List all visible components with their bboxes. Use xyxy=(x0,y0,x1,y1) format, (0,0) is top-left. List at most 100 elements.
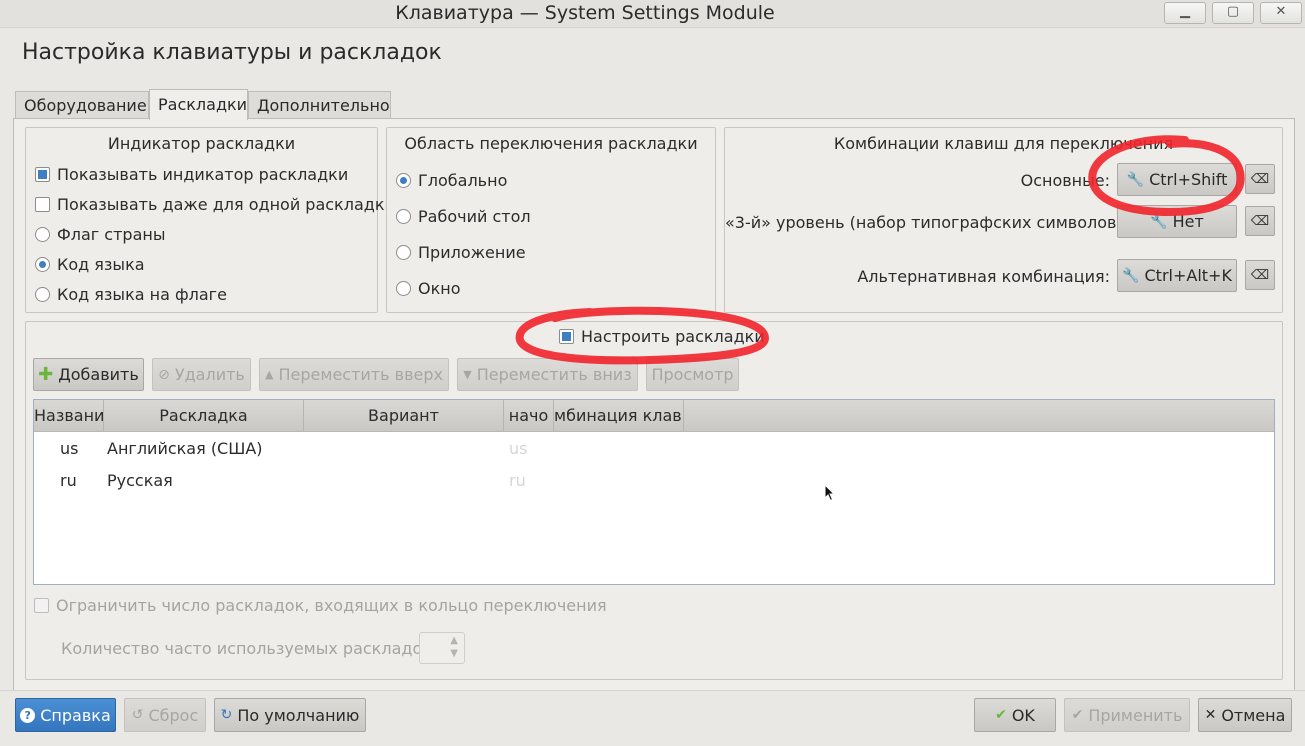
flag-radio[interactable]: Флаг страны xyxy=(35,225,165,244)
apply-button[interactable]: ✔ Применить xyxy=(1064,698,1190,732)
alt-shortcut-button[interactable]: 🔧 Ctrl+Alt+K xyxy=(1117,259,1237,292)
lang-on-flag-radio[interactable]: Код языка на флаге xyxy=(35,285,227,304)
tab-layouts[interactable]: Раскладки xyxy=(149,89,248,120)
wrench-icon: 🔧 xyxy=(1150,213,1168,230)
radio-circle[interactable] xyxy=(35,257,50,272)
preview-label: Просмотр xyxy=(651,365,734,384)
radio-circle[interactable] xyxy=(396,245,411,260)
remove-label: Удалить xyxy=(174,365,245,384)
scope-group-title: Область переключения раскладки xyxy=(404,134,698,153)
help-label: Справка xyxy=(40,705,111,725)
scope-global-label: Глобально xyxy=(418,171,508,190)
ok-button[interactable]: ✔ OK xyxy=(974,698,1056,732)
scope-application-radio[interactable]: Приложение xyxy=(396,243,526,262)
move-up-label: Переместить вверх xyxy=(278,365,443,384)
show-single-checkbox[interactable]: Показывать даже для одной раскладки xyxy=(35,195,395,214)
main-shortcut-value: Ctrl+Shift xyxy=(1149,170,1228,189)
column-layout[interactable]: Раскладка xyxy=(104,400,304,431)
close-button[interactable]: ✕ xyxy=(1260,2,1302,24)
scope-window-radio[interactable]: Окно xyxy=(396,279,461,298)
spin-down-icon[interactable]: ▼ xyxy=(450,648,458,659)
main-shortcut-button[interactable]: 🔧 Ctrl+Shift xyxy=(1117,163,1237,196)
plus-icon: ✚ xyxy=(38,364,54,385)
maximize-button[interactable]: ▢ xyxy=(1212,2,1254,24)
wrench-icon: 🔧 xyxy=(1122,267,1140,284)
column-name[interactable]: Названи xyxy=(34,400,104,431)
row-layout-cell: Русская xyxy=(107,471,173,490)
ok-label: OK xyxy=(1011,705,1035,725)
main-shortcut-label: Основные: xyxy=(1020,171,1110,190)
show-indicator-checkbox[interactable]: Показывать индикатор раскладки xyxy=(35,165,348,184)
row-label-cell: us xyxy=(509,439,528,458)
scope-window-label: Окно xyxy=(418,279,461,298)
clear-alt-shortcut-button[interactable]: ⌫ xyxy=(1245,260,1275,290)
move-up-button[interactable]: ▲ Переместить вверх xyxy=(259,358,449,391)
footer-separator xyxy=(0,690,1305,691)
column-shortcut[interactable]: мбинация клав xyxy=(554,400,684,431)
mouse-cursor-icon xyxy=(824,484,836,502)
minimize-icon: ▁ xyxy=(1180,4,1190,19)
add-layout-button[interactable]: ✚ Добавить xyxy=(33,358,144,391)
defaults-button[interactable]: ↻ По умолчанию xyxy=(214,698,366,732)
cancel-label: Отмена xyxy=(1221,705,1286,725)
checkmark-icon: ✔ xyxy=(995,707,1007,723)
lang-code-radio[interactable]: Код языка xyxy=(35,255,145,274)
tab-advanced[interactable]: Дополнительно xyxy=(248,91,391,119)
checkbox-box[interactable] xyxy=(34,598,49,613)
indicator-group-title: Индикатор раскладки xyxy=(107,134,296,153)
reset-button[interactable]: ↺ Сброс xyxy=(124,698,206,732)
row-layout-cell: Английская (США) xyxy=(107,439,263,458)
checkbox-box[interactable] xyxy=(35,197,50,212)
window-title: Клавиатура — System Settings Module xyxy=(395,2,775,24)
shortcuts-group-title: Комбинации клавиш для переключения xyxy=(833,134,1174,153)
clear-icon: ⌫ xyxy=(1250,171,1270,187)
checkbox-box[interactable] xyxy=(35,167,50,182)
table-row[interactable]: ru Русская ru xyxy=(34,465,1274,497)
table-row[interactable]: us Английская (США) us xyxy=(34,433,1274,465)
scope-global-radio[interactable]: Глобально xyxy=(396,171,507,190)
lang-code-label: Код языка xyxy=(57,255,145,274)
move-down-button[interactable]: ▼ Переместить вниз xyxy=(457,358,638,391)
minimize-button[interactable]: ▁ xyxy=(1164,2,1206,24)
defaults-icon: ↻ xyxy=(220,707,233,723)
cancel-icon: ✕ xyxy=(1204,707,1217,723)
preview-button[interactable]: Просмотр xyxy=(646,358,739,391)
radio-circle[interactable] xyxy=(396,209,411,224)
spin-up-icon[interactable]: ▲ xyxy=(450,635,458,646)
radio-circle[interactable] xyxy=(396,173,411,188)
column-label[interactable]: начо xyxy=(504,400,554,431)
page-title: Настройка клавиатуры и раскладок xyxy=(22,40,442,65)
radio-circle[interactable] xyxy=(35,227,50,242)
cancel-button[interactable]: ✕ Отмена xyxy=(1198,698,1292,732)
clear-third-level-button[interactable]: ⌫ xyxy=(1245,206,1275,236)
tab-hardware[interactable]: Оборудование xyxy=(15,91,149,119)
alt-shortcut-label: Альтернативная комбинация: xyxy=(857,267,1110,286)
radio-circle[interactable] xyxy=(35,287,50,302)
maximize-icon: ▢ xyxy=(1226,4,1240,19)
checkmark-icon: ✔ xyxy=(1071,707,1084,723)
add-label: Добавить xyxy=(58,365,139,384)
layouts-table[interactable]: Названи Раскладка Вариант начо мбинация … xyxy=(33,399,1275,585)
third-level-label: «3-й» уровень (набор типографских символ… xyxy=(725,213,1129,232)
help-button[interactable]: ? Справка xyxy=(15,698,116,732)
row-name-cell: us xyxy=(60,439,79,458)
configure-layouts-checkbox[interactable]: Настроить раскладки xyxy=(559,327,765,346)
radio-circle[interactable] xyxy=(396,281,411,296)
configure-layouts-label: Настроить раскладки xyxy=(581,327,765,346)
window-titlebar[interactable]: Клавиатура — System Settings Module ▁ ▢ … xyxy=(0,0,1305,28)
row-name-cell: ru xyxy=(60,471,77,490)
limit-layouts-label: Ограничить число раскладок, входящих в к… xyxy=(56,596,607,615)
remove-layout-button[interactable]: ⊘ Удалить xyxy=(152,358,251,391)
indicator-group: Индикатор раскладки Показывать индикатор… xyxy=(25,127,395,313)
flag-label: Флаг страны xyxy=(57,225,166,244)
alt-shortcut-value: Ctrl+Alt+K xyxy=(1144,266,1232,285)
clear-main-shortcut-button[interactable]: ⌫ xyxy=(1245,164,1275,194)
limit-layouts-checkbox[interactable]: Ограничить число раскладок, входящих в к… xyxy=(34,596,607,615)
reset-label: Сброс xyxy=(148,705,199,725)
third-level-button[interactable]: 🔧 Нет xyxy=(1117,205,1237,238)
help-icon: ? xyxy=(20,707,36,723)
scope-desktop-radio[interactable]: Рабочий стол xyxy=(396,207,531,226)
checkbox-box[interactable] xyxy=(559,329,574,344)
spare-layouts-spinbox[interactable]: ▲ ▼ xyxy=(419,632,465,664)
column-variant[interactable]: Вариант xyxy=(304,400,504,431)
